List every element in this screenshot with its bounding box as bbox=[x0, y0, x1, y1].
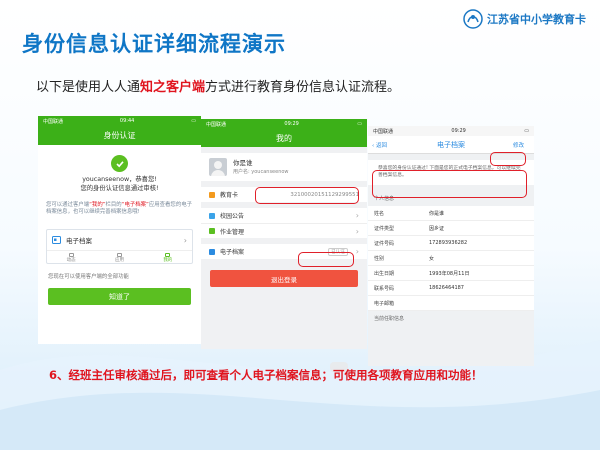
menu-label: 作业管理 bbox=[220, 228, 245, 236]
menu-label: 电子档案 bbox=[220, 249, 245, 256]
mini-tab-feed[interactable]: 动态 bbox=[66, 252, 76, 263]
user-name: 你是谁 bbox=[233, 159, 253, 167]
phone3-status-bar: 中国联通 09:29 ▭ bbox=[368, 126, 534, 136]
field-value: 女 bbox=[429, 255, 435, 262]
mini-tabbar: 动态 应用 我的 bbox=[47, 250, 192, 264]
status-time: 09:44 bbox=[119, 118, 135, 124]
field-key: 电子邮箱 bbox=[374, 300, 395, 307]
info-row: 联系号码 18626464187 bbox=[368, 281, 534, 296]
info-row: 证件类型 因乡证 bbox=[368, 221, 534, 236]
homework-icon bbox=[209, 228, 215, 234]
personal-info-list: 姓名 你是谁 证件类型 因乡证 证件号码 172893936282 性别 女 出生日期 1… bbox=[368, 206, 534, 311]
section-current-position: 当前任职信息 bbox=[374, 316, 405, 322]
status-time: 09:29 bbox=[451, 128, 466, 134]
phone3-nav-title: 电子档案 bbox=[437, 140, 465, 149]
archive-label: 电子档案 bbox=[66, 237, 92, 245]
desc-highlight-mine: “我的” bbox=[89, 202, 106, 208]
got-it-button[interactable]: 知道了 bbox=[48, 288, 191, 305]
field-value: 因乡证 bbox=[429, 225, 445, 232]
menu-item-notice[interactable]: 校园公告 › bbox=[201, 208, 367, 223]
card-label: 教育卡 bbox=[220, 192, 239, 199]
highlight-card-number bbox=[255, 187, 359, 204]
notice-icon bbox=[209, 212, 215, 219]
intro-text: 以下是使用人人通知之客户端方式进行教育身份信息认证流程。 bbox=[36, 76, 400, 95]
phone2-nav-title: 我的 bbox=[276, 133, 292, 143]
archive-icon bbox=[52, 236, 61, 244]
brand-logo-icon bbox=[463, 9, 483, 29]
archive-card[interactable]: 电子档案 › 动态 应用 我的 bbox=[46, 229, 193, 264]
desc-text: 栏目的 bbox=[105, 202, 122, 208]
field-value: 1993年08月11日 bbox=[429, 270, 470, 277]
check-success-icon bbox=[111, 155, 128, 172]
chevron-right-icon: › bbox=[355, 211, 359, 220]
chevron-right-icon: › bbox=[355, 247, 359, 256]
field-value: 172893936282 bbox=[429, 240, 468, 246]
mini-tab-label: 应用 bbox=[114, 257, 124, 263]
phone1-header: 中国联通 09:44 ▭ 身份认证 bbox=[38, 116, 201, 145]
field-key: 证件类型 bbox=[374, 225, 395, 232]
info-row: 出生日期 1993年08月11日 bbox=[368, 266, 534, 281]
slide-title: 身份信息认证详细流程演示 bbox=[22, 32, 286, 56]
highlight-edit bbox=[490, 152, 526, 166]
success-description: 您可以通过客户端“我的”栏目的“电子档案”应用查看您的电子档案信息，也可以继续完… bbox=[46, 202, 193, 216]
phone-auth-success: 中国联通 09:44 ▭ 身份认证 youcanseenow，恭喜您! 您的身份… bbox=[38, 116, 201, 344]
battery-icon: ▭ bbox=[524, 128, 529, 134]
user-profile-card[interactable]: 你是谁 用户名: youcanseenow bbox=[201, 153, 367, 181]
field-key: 出生日期 bbox=[374, 270, 395, 277]
menu-label: 校园公告 bbox=[220, 213, 245, 220]
status-carrier: 中国联通 bbox=[206, 121, 227, 128]
archive-entry[interactable]: 电子档案 › bbox=[47, 230, 192, 250]
desc-highlight-archive: “电子档案” bbox=[121, 202, 149, 208]
mini-tab-label: 我的 bbox=[163, 257, 173, 263]
intro-before: 以下是使用人人通 bbox=[36, 80, 141, 95]
mini-tab-label: 动态 bbox=[66, 257, 76, 263]
brand-header: 江苏省中小学教育卡 bbox=[463, 8, 586, 30]
chevron-right-icon: › bbox=[183, 235, 187, 245]
phone1-nav-title: 身份认证 bbox=[103, 131, 136, 140]
phone2-status-bar: 中国联通 09:29 ▭ bbox=[201, 119, 367, 129]
field-key: 证件号码 bbox=[374, 240, 395, 247]
intro-after: 方式进行教育身份信息认证流程。 bbox=[205, 80, 401, 95]
intro-highlight: 知之客户端 bbox=[140, 80, 206, 95]
field-key: 联系号码 bbox=[374, 285, 395, 292]
field-value: 18626464187 bbox=[429, 285, 464, 291]
phone3-navbar: ‹ 返回 电子档案 修改 bbox=[368, 136, 534, 153]
highlight-verified-tag bbox=[298, 252, 354, 267]
archive-icon bbox=[209, 248, 215, 255]
info-row: 电子邮箱 bbox=[368, 296, 534, 311]
success-message: 您的身份认证信息通过审核! bbox=[80, 185, 159, 192]
success-greeting: youcanseenow，恭喜您! bbox=[82, 176, 157, 183]
status-carrier: 中国联通 bbox=[373, 128, 394, 135]
status-time: 09:29 bbox=[284, 121, 299, 127]
info-row: 姓名 你是谁 bbox=[368, 206, 534, 221]
battery-icon: ▭ bbox=[357, 121, 362, 127]
user-account: 用户名: youcanseenow bbox=[233, 169, 289, 175]
phone2-header: 中国联通 09:29 ▭ 我的 bbox=[201, 119, 367, 147]
field-key: 性别 bbox=[374, 255, 385, 262]
field-value: 你是谁 bbox=[429, 210, 445, 217]
info-row: 性别 女 bbox=[368, 251, 534, 266]
desc-text: 您可以通过客户端 bbox=[46, 202, 90, 208]
logout-button[interactable]: 退出登录 bbox=[210, 270, 358, 287]
chevron-right-icon: › bbox=[355, 226, 359, 236]
phone3-header: 中国联通 09:29 ▭ ‹ 返回 电子档案 修改 bbox=[368, 126, 534, 154]
card-icon bbox=[209, 191, 215, 198]
all-features-hint: 您现在可以使用客户端的全部功能 bbox=[48, 274, 129, 280]
menu-item-homework[interactable]: 作业管理 › bbox=[201, 223, 367, 238]
info-row: 证件号码 172893936282 bbox=[368, 236, 534, 251]
field-key: 姓名 bbox=[374, 210, 385, 217]
avatar bbox=[209, 158, 227, 176]
phone1-status-bar: 中国联通 09:44 ▭ bbox=[38, 116, 201, 126]
mini-tab-mine[interactable]: 我的 bbox=[163, 252, 173, 263]
status-carrier: 中国联通 bbox=[43, 118, 64, 125]
step-caption: 6、经班主任审核通过后，即可查看个人电子档案信息；可使用各项教育应用和功能！ bbox=[49, 368, 483, 382]
highlight-notice bbox=[372, 170, 527, 198]
mini-tab-apps[interactable]: 应用 bbox=[114, 252, 124, 263]
battery-icon: ▭ bbox=[191, 118, 196, 124]
brand-name: 江苏省中小学教育卡 bbox=[487, 13, 586, 26]
phone-mine: 中国联通 09:29 ▭ 我的 你是谁 用户名: youcanseenow 教育… bbox=[201, 119, 367, 349]
